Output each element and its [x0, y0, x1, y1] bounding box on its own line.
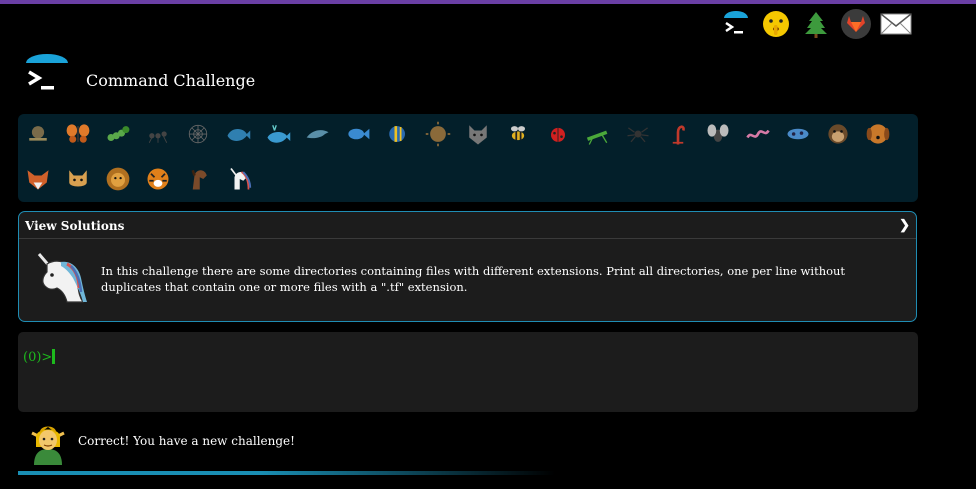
dolphin-icon: [302, 118, 334, 150]
spider-web-icon: [182, 118, 214, 150]
tiger-icon: [142, 163, 174, 195]
solutions-panel: View Solutions ❯ In this challenge there…: [18, 211, 917, 322]
unicorn-icon: [27, 248, 89, 310]
caterpillar-icon: [102, 118, 134, 150]
tropical-fish-icon: [382, 118, 414, 150]
fox-icon: [22, 163, 54, 195]
microbe-icon: [782, 118, 814, 150]
page-title[interactable]: Command Challenge: [86, 71, 255, 90]
dog-icon: [862, 118, 894, 150]
monkey-icon: [822, 118, 854, 150]
terminal-input[interactable]: (0)>: [18, 332, 918, 412]
butterfly-icon: [62, 118, 94, 150]
snail-icon: [22, 118, 54, 150]
scorpion-icon: [662, 118, 694, 150]
challenge-description: In this challenge there are some directo…: [101, 264, 846, 294]
progress-bar: [18, 471, 555, 475]
header-icons: [720, 8, 912, 40]
terminal-prompt: (0)>: [23, 350, 53, 365]
cat-icon: [62, 163, 94, 195]
shushing-face-icon[interactable]: [760, 8, 792, 40]
blowfish-icon: [422, 118, 454, 150]
chevron-right-icon[interactable]: ❯: [899, 218, 910, 233]
gitlab-icon[interactable]: [840, 8, 872, 40]
status-message: Correct! You have a new challenge!: [78, 434, 295, 448]
app-logo-icon[interactable]: [24, 53, 70, 99]
envelope-icon[interactable]: [880, 8, 912, 40]
wolf-icon: [462, 118, 494, 150]
cricket-icon: [582, 118, 614, 150]
whale-spout-icon: [262, 118, 294, 150]
worm-icon: [742, 118, 774, 150]
ladybug-icon: [542, 118, 574, 150]
horse-icon: [182, 163, 214, 195]
unicorn-icon: [222, 163, 254, 195]
challenge-progress-zoo: [18, 114, 918, 202]
tree-icon[interactable]: [800, 8, 832, 40]
whale-icon: [222, 118, 254, 150]
elf-avatar-icon: [28, 421, 68, 465]
view-solutions-toggle[interactable]: View Solutions: [25, 219, 124, 233]
bee-icon: [502, 118, 534, 150]
fish-icon: [342, 118, 374, 150]
fly-icon: [702, 118, 734, 150]
text-cursor: [52, 349, 55, 364]
lion-icon: [102, 163, 134, 195]
terminal-logo-icon[interactable]: [720, 8, 752, 40]
divider: [19, 238, 916, 239]
spider-icon: [622, 118, 654, 150]
top-accent-bar: [0, 0, 976, 4]
ant-icon: [142, 118, 174, 150]
